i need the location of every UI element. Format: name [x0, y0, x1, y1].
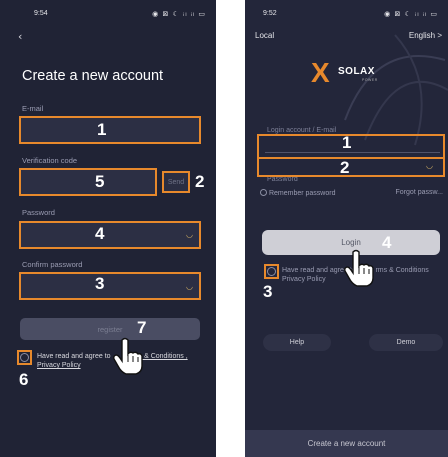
terms-link[interactable]: rms & Conditions — [375, 267, 428, 274]
remember-checkbox[interactable] — [260, 189, 267, 196]
pointer-hand-icon — [113, 337, 143, 375]
annotation-4: 4 — [382, 233, 392, 252]
email-label: E-mail — [22, 104, 44, 113]
password-label: Password — [267, 176, 298, 183]
demo-button[interactable]: Demo — [369, 334, 443, 351]
status-icons: ◉ ⊠ ☾ ᵢₗ ᵢₗ ▭ — [152, 10, 206, 18]
highlight-box-password — [257, 157, 445, 177]
help-button[interactable]: Help — [263, 334, 331, 351]
create-account-button[interactable]: Create a new account — [245, 430, 448, 457]
annotation-5: 3 — [95, 274, 105, 293]
highlight-box-checkbox — [17, 350, 32, 365]
forgot-password-link[interactable]: Forgot passw... — [396, 189, 443, 196]
eye-closed-icon[interactable]: ◡ — [186, 282, 193, 291]
annotation-3: 3 — [263, 282, 273, 301]
highlight-box-password — [19, 221, 201, 249]
logo-x-icon: X — [311, 57, 330, 88]
register-screen: 9:54 ◉ ⊠ ☾ ᵢₗ ᵢₗ ▭ ‹ Create a new accoun… — [0, 0, 216, 457]
status-time: 9:54 — [34, 10, 48, 17]
status-bar: 9:52 ◉ ⊠ ☾ ᵢₗ ᵢₗ ▭ — [245, 0, 448, 22]
annotation-1: 1 — [97, 120, 107, 139]
privacy-link[interactable]: Privacy Policy — [37, 362, 81, 369]
annotation-2: 2 — [195, 172, 205, 191]
highlight-box-send — [162, 171, 190, 193]
eye-closed-icon[interactable]: ◡ — [186, 230, 193, 239]
language-selector[interactable]: English > — [409, 31, 442, 40]
status-bar: 9:54 ◉ ⊠ ☾ ᵢₗ ᵢₗ ▭ — [0, 0, 216, 22]
status-time: 9:52 — [263, 10, 277, 17]
privacy-link[interactable]: Privacy Policy — [282, 276, 326, 283]
background-swirl-icon — [344, 34, 448, 146]
highlight-box-email — [19, 116, 201, 144]
highlight-box-verification — [19, 168, 157, 196]
login-account-input[interactable] — [259, 136, 443, 156]
local-label[interactable]: Local — [255, 31, 274, 40]
highlight-box-confirm — [19, 272, 201, 300]
verification-label: Verification code — [22, 156, 78, 165]
page-title: Create a new account — [22, 68, 164, 84]
highlight-box-checkbox — [264, 264, 279, 279]
status-icons: ◉ ⊠ ☾ ᵢₗ ᵢₗ ▭ — [384, 10, 438, 18]
confirm-password-label: Confirm password — [22, 260, 83, 269]
annotation-3: 5 — [95, 172, 105, 191]
annotation-7: 7 — [137, 318, 147, 337]
annotation-4: 4 — [95, 224, 105, 243]
solax-logo: X SOLAX POWER — [311, 57, 378, 88]
login-screen: 9:52 ◉ ⊠ ☾ ᵢₗ ᵢₗ ▭ Local English > X SOL… — [245, 0, 448, 457]
annotation-6: 6 — [19, 370, 29, 389]
password-label: Password — [22, 208, 55, 217]
pointer-hand-icon — [344, 249, 374, 287]
login-account-label: Login account / E-mail — [267, 127, 337, 134]
remember-password[interactable]: Remember password — [260, 189, 335, 197]
back-icon[interactable]: ‹ — [18, 30, 22, 43]
